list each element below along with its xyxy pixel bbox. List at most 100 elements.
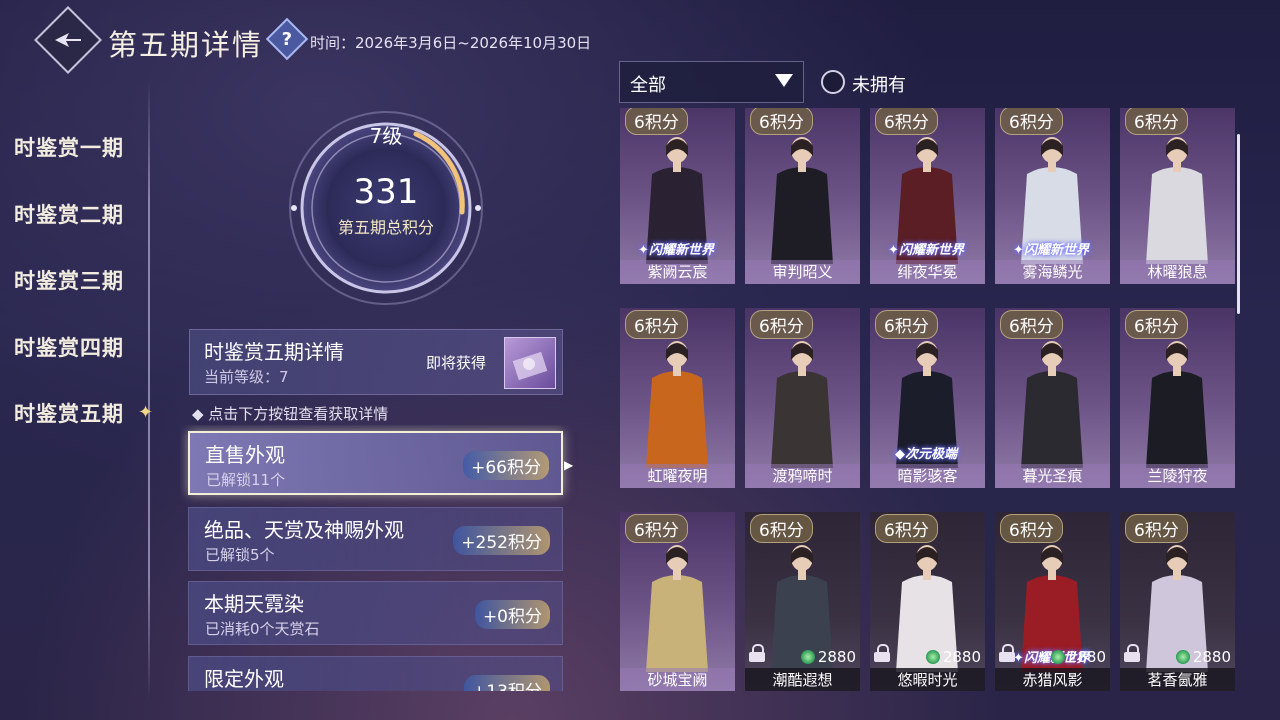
points-badge: 6积分 (1000, 514, 1063, 543)
lock-icon (1124, 644, 1140, 662)
filter-dropdown[interactable]: 全部 (619, 61, 804, 103)
series-tag: ◆次元极端 (895, 447, 957, 462)
outfit-card[interactable]: 6积分 ✦闪耀新世界雾海鳞光 (995, 108, 1110, 284)
nav-item-1[interactable]: 时鉴赏一期 (14, 132, 124, 162)
level-label: 7级 (369, 124, 403, 148)
category-dye[interactable]: 本期天霓染 已消耗0个天赏石 +0积分 (188, 581, 563, 645)
points-badge: 6积分 (750, 514, 813, 543)
points-badge: 6积分 (750, 108, 813, 135)
points-badge: +13积分 (464, 675, 550, 691)
outfit-name: 赤猎风影 (995, 668, 1110, 691)
nav-item-2[interactable]: 时鉴赏二期 (14, 199, 124, 229)
category-list: 直售外观 已解锁11个 +66积分 绝品、天赏及神赐外观 已解锁5个 +252积… (180, 425, 580, 691)
selected-star-icon: ✦ (138, 402, 154, 423)
outfit-card[interactable]: 6积分 ✦闪耀新世界紫阙云宸 (620, 108, 735, 284)
outfit-card[interactable]: 6积分暮光圣痕 (995, 308, 1110, 488)
current-level: 当前等级：7 (204, 368, 289, 386)
outfit-card[interactable]: 6积分 ✦闪耀新世界绯夜华冕 (870, 108, 985, 284)
outfit-name: 林曜狼息 (1120, 260, 1235, 284)
character-figure (1021, 341, 1083, 468)
period-detail-title: 时鉴赏五期详情 (204, 340, 344, 364)
category-limited[interactable]: 限定外观 +13积分 (188, 656, 563, 691)
help-icon[interactable]: ? (265, 17, 309, 61)
hint-text: ◆ 点击下方按钮查看获取详情 (192, 405, 389, 423)
scrollbar[interactable] (1237, 134, 1240, 314)
character-figure (646, 545, 708, 672)
lock-icon (749, 644, 765, 662)
points-badge: 6积分 (1000, 310, 1063, 339)
outfit-name: 兰陵狩夜 (1120, 464, 1235, 488)
character-figure (771, 137, 833, 264)
not-owned-label: 未拥有 (852, 75, 906, 96)
outfit-name: 潮酷遐想 (745, 668, 860, 691)
total-score: 331 (353, 172, 419, 212)
outfit-name: 雾海鳞光 (995, 260, 1110, 284)
points-badge: 6积分 (1125, 108, 1188, 135)
price: 2880 (1050, 648, 1106, 666)
points-badge: 6积分 (1125, 514, 1188, 543)
points-badge: +0积分 (474, 600, 550, 629)
reward-item-icon[interactable] (504, 337, 556, 389)
upcoming-reward-label: 即将获得 (426, 354, 487, 372)
character-figure (646, 341, 708, 468)
jade-currency-icon (1050, 650, 1065, 664)
outfit-name: 紫阙云宸 (620, 260, 735, 284)
points-badge: 6积分 (750, 310, 813, 339)
selected-arrow-icon: ▶ (564, 458, 574, 472)
points-badge: 6积分 (875, 310, 938, 339)
points-badge: 6积分 (625, 514, 688, 543)
lock-icon (999, 644, 1015, 662)
jade-currency-icon (1175, 650, 1190, 664)
outfit-card[interactable]: 6积分 2880 潮酷遐想 (745, 512, 860, 691)
outfit-name: 砂城宝阙 (620, 668, 735, 691)
points-badge: +66积分 (463, 451, 549, 480)
page-title: 第五期详情 (108, 28, 264, 62)
jade-currency-icon (800, 650, 815, 664)
outfit-card[interactable]: 6积分审判昭义 (745, 108, 860, 284)
points-badge: 6积分 (1000, 108, 1063, 135)
category-direct-sale[interactable]: 直售外观 已解锁11个 +66积分 (188, 431, 563, 495)
outfit-card[interactable]: 6积分 2880 悠暇时光 (870, 512, 985, 691)
points-badge: 6积分 (875, 108, 938, 135)
price: 2880 (1175, 648, 1231, 666)
series-tag: ✦闪耀新世界 (888, 243, 964, 258)
outfit-name: 虹曜夜明 (620, 464, 735, 488)
points-badge: 6积分 (875, 514, 938, 543)
nav-item-5[interactable]: 时鉴赏五期 (14, 398, 124, 428)
gift-box-icon (512, 351, 548, 381)
outfit-card[interactable]: 6积分✦闪耀新世界2880赤猎风影 (995, 512, 1110, 691)
total-score-label: 第五期总积分 (337, 218, 434, 237)
outfit-card[interactable]: 6积分 2880 茗香氤雅 (1120, 512, 1235, 691)
back-button[interactable] (34, 6, 102, 74)
price: 2880 (925, 648, 981, 666)
outfit-name: 暮光圣痕 (995, 464, 1110, 488)
outfit-name: 审判昭义 (745, 260, 860, 284)
character-figure (1146, 137, 1208, 264)
points-badge: 6积分 (625, 108, 688, 135)
nav-divider (148, 80, 150, 700)
nav-item-3[interactable]: 时鉴赏三期 (14, 265, 124, 295)
back-arrow-icon (55, 33, 81, 47)
points-badge: 6积分 (625, 310, 688, 339)
category-premium[interactable]: 绝品、天赏及神赐外观 已解锁5个 +252积分 (188, 507, 563, 571)
outfit-grid: 6积分 ✦闪耀新世界 紫阙云宸 6积分 审判昭义 6积分 ✦闪耀新世界 绯夜华冕 6积分 ✦闪耀新… (617, 108, 1239, 691)
outfit-name: 绯夜华冕 (870, 260, 985, 284)
jade-currency-icon (925, 650, 940, 664)
outfit-card[interactable]: 6积分砂城宝阙 (620, 512, 735, 691)
nav-item-4[interactable]: 时鉴赏四期 (14, 332, 124, 362)
outfit-card[interactable]: 6积分渡鸦啼时 (745, 308, 860, 488)
points-badge: +252积分 (453, 526, 550, 555)
points-badge: 6积分 (1125, 310, 1188, 339)
character-figure (771, 341, 833, 468)
outfit-card[interactable]: 6积分虹曜夜明 (620, 308, 735, 488)
dropdown-arrow-icon (775, 74, 793, 87)
price: 2880 (800, 648, 856, 666)
series-tag: ✦闪耀新世界 (1013, 243, 1089, 258)
series-tag: ✦闪耀新世界 (638, 243, 714, 258)
character-figure (1146, 341, 1208, 468)
outfit-card[interactable]: 6积分兰陵狩夜 (1120, 308, 1235, 488)
outfit-card[interactable]: 6积分林曜狼息 (1120, 108, 1235, 284)
not-owned-radio[interactable] (821, 70, 845, 94)
outfit-name: 渡鸦啼时 (745, 464, 860, 488)
outfit-card[interactable]: 6积分 ◆次元极端 暗影骇客 (870, 308, 985, 488)
